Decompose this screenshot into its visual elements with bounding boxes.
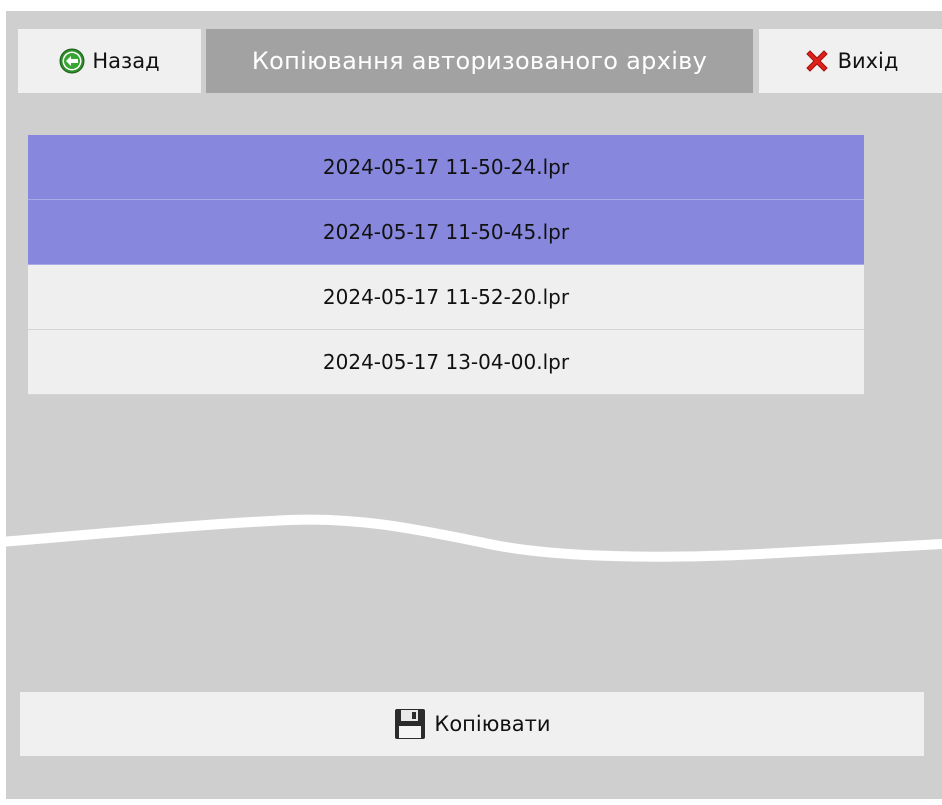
file-name: 2024-05-17 11-52-20.lpr [322, 285, 570, 309]
red-x-icon [803, 47, 831, 75]
page-tear-divider [0, 514, 942, 562]
back-label: Назад [92, 49, 160, 73]
file-name: 2024-05-17 11-50-24.lpr [322, 155, 570, 179]
file-list-item[interactable]: 2024-05-17 11-50-45.lpr [28, 200, 864, 265]
exit-label: Вихід [837, 49, 899, 73]
file-list-item[interactable]: 2024-05-17 11-52-20.lpr [28, 265, 864, 330]
app-panel [6, 11, 942, 799]
back-button[interactable]: Назад [18, 29, 201, 93]
copy-button[interactable]: Копіювати [20, 692, 924, 756]
floppy-disk-icon [393, 707, 427, 741]
file-list-item[interactable]: 2024-05-17 13-04-00.lpr [28, 330, 864, 395]
file-list-item[interactable]: 2024-05-17 11-50-24.lpr [28, 135, 864, 200]
copy-label: Копіювати [434, 712, 551, 736]
file-name: 2024-05-17 13-04-00.lpr [322, 350, 570, 374]
exit-button[interactable]: Вихід [759, 29, 942, 93]
file-name: 2024-05-17 11-50-45.lpr [322, 220, 570, 244]
file-list: 2024-05-17 11-50-24.lpr 2024-05-17 11-50-… [28, 135, 864, 395]
arrow-left-circle-icon [59, 48, 85, 74]
page-title: Копіювання авторизованого архіву [206, 29, 753, 93]
